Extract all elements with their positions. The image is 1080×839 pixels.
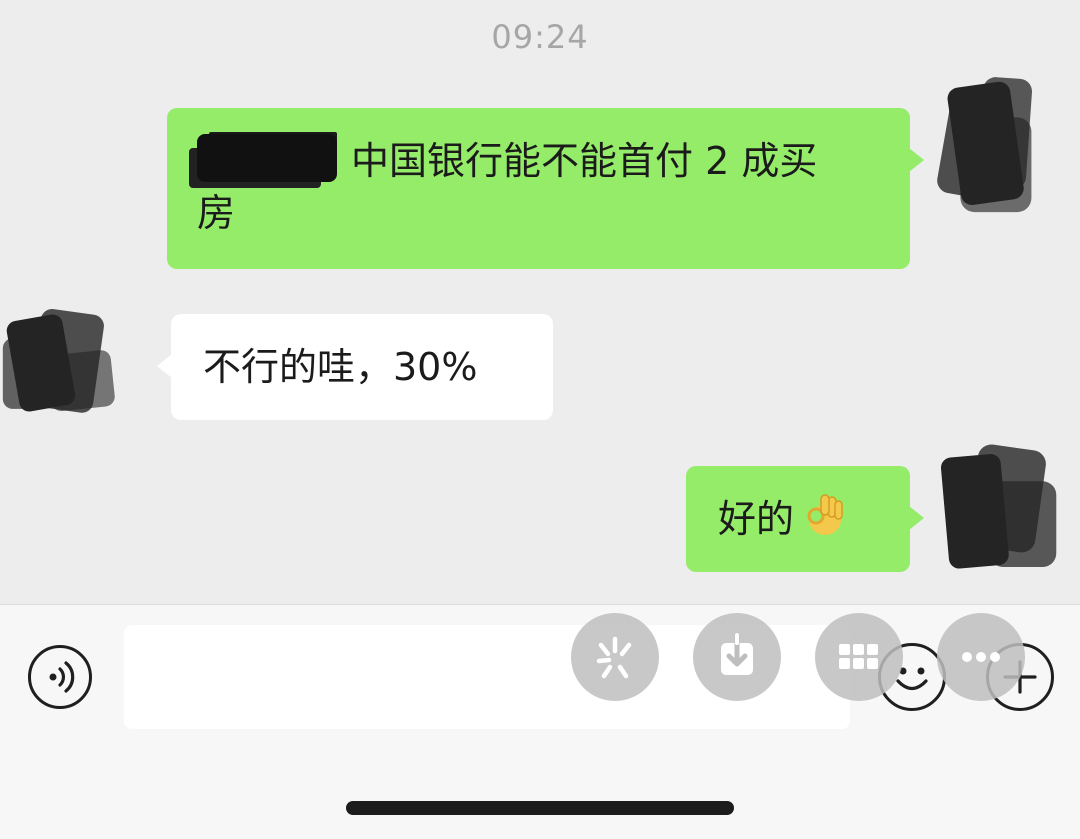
chat-area: 09:24 中国银行能不能首付 2 成买 房 不行的哇，30% 好的 — [0, 0, 1080, 604]
sparkle-icon — [596, 636, 632, 679]
input-bar — [0, 604, 1080, 839]
my-avatar[interactable] — [928, 70, 1048, 220]
grid-icon — [839, 644, 878, 669]
sparkle-action-button[interactable] — [571, 613, 659, 701]
bubble-tail — [157, 354, 172, 378]
message-bubble-incoming[interactable]: 不行的哇，30% — [157, 314, 553, 420]
redaction-mark — [197, 134, 337, 182]
contact-avatar[interactable] — [0, 288, 120, 438]
message-bubble-outgoing[interactable]: 中国银行能不能首付 2 成买 房 — [167, 108, 924, 269]
grid-action-button[interactable] — [815, 613, 903, 701]
bubble-tail — [909, 148, 924, 172]
my-avatar[interactable] — [938, 432, 1058, 582]
message-text: 好的 — [718, 497, 795, 541]
voice-icon[interactable] — [28, 645, 92, 709]
bubble-tail — [909, 506, 924, 530]
message-bubble-outgoing[interactable]: 好的 — [686, 466, 924, 572]
home-indicator[interactable] — [346, 801, 734, 815]
message-text: 中国银行能不能首付 2 成买 — [351, 139, 818, 183]
ok-hand-icon — [804, 494, 846, 551]
message-text-continued: 房 — [197, 191, 236, 235]
more-icon — [962, 652, 1000, 662]
message-text: 不行的哇，30% — [203, 345, 478, 389]
message-timestamp: 09:24 — [491, 18, 589, 56]
download-icon — [721, 632, 753, 675]
more-action-button[interactable] — [937, 613, 1025, 701]
download-action-button[interactable] — [693, 613, 781, 701]
